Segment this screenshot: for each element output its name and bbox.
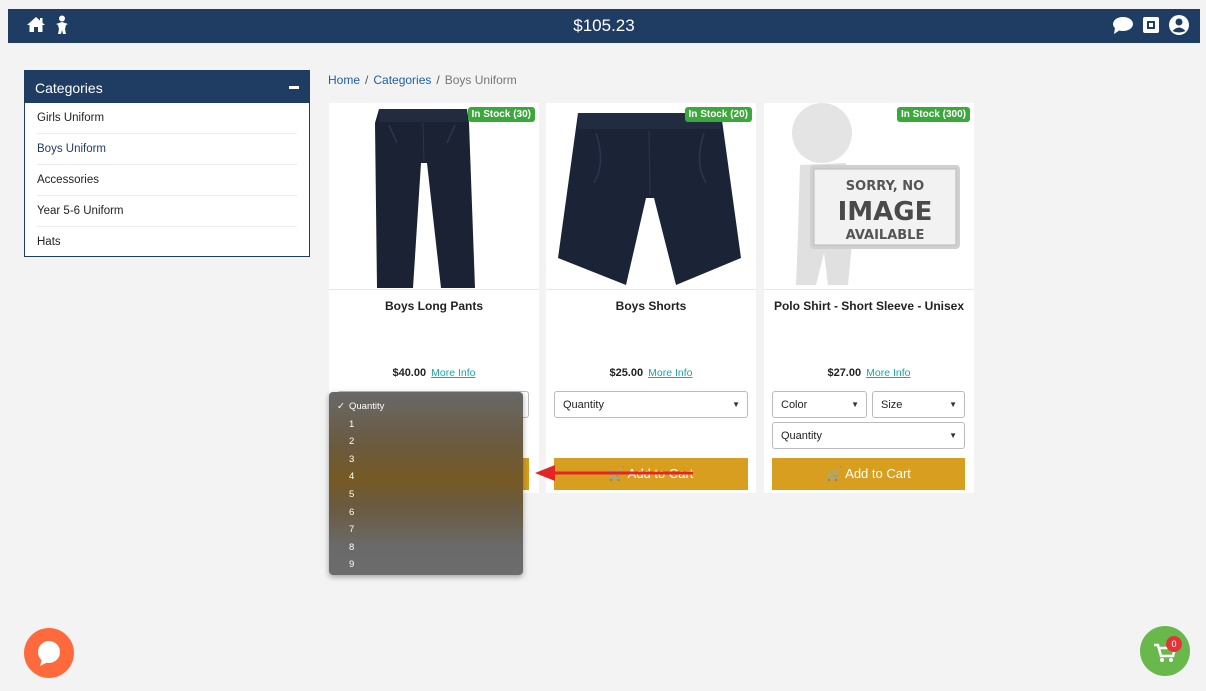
no-image-text-1: SORRY, NO: [846, 179, 924, 194]
more-info-link[interactable]: More Info: [648, 367, 692, 379]
stock-badge: In Stock (30): [467, 107, 535, 122]
size-select-value: Size: [881, 399, 903, 411]
chat-icon[interactable]: [1112, 15, 1134, 40]
cart-fab-button[interactable]: 0: [1140, 626, 1190, 676]
categories-title: Categories: [35, 80, 103, 96]
color-select-value: Color: [781, 399, 808, 411]
more-info-link[interactable]: More Info: [431, 367, 475, 379]
product-card-polo-shirt: SORRY, NO IMAGE AVAILABLE In Stock (300)…: [764, 103, 974, 493]
product-price: $27.00: [827, 367, 862, 379]
no-image-text-2: IMAGE: [838, 197, 933, 227]
sidebar-item-year-5-6-uniform[interactable]: Year 5-6 Uniform: [37, 196, 297, 227]
product-price-row: $25.00 More Info: [546, 367, 756, 379]
color-select[interactable]: Color ▼: [772, 391, 867, 418]
top-bar-right-icons: [1112, 14, 1190, 41]
dropdown-option-1[interactable]: 1: [329, 416, 523, 434]
product-card-boys-shorts: In Stock (20) Boys Shorts $25.00 More In…: [546, 103, 756, 493]
chat-widget-button[interactable]: [24, 628, 74, 678]
product-image[interactable]: In Stock (30): [329, 103, 539, 290]
quantity-select-value: Quantity: [781, 430, 822, 442]
dropdown-option-5[interactable]: 5: [329, 486, 523, 504]
product-price-row: $40.00 More Info: [329, 367, 539, 379]
chat-bubble-icon: [38, 641, 60, 666]
cart-count-badge: 0: [1166, 636, 1182, 652]
more-info-link[interactable]: More Info: [866, 367, 910, 379]
dropdown-option-4[interactable]: 4: [329, 468, 523, 486]
annotation-arrow: [535, 465, 693, 481]
breadcrumb-separator: /: [365, 73, 369, 87]
chevron-down-icon: ▼: [949, 400, 957, 409]
dropdown-option-6[interactable]: 6: [329, 504, 523, 522]
add-to-cart-button[interactable]: 🛒 Add to Cart: [772, 458, 965, 490]
product-image[interactable]: SORRY, NO IMAGE AVAILABLE In Stock (300): [764, 103, 974, 290]
dropdown-option-quantity[interactable]: ✓ Quantity: [329, 398, 523, 416]
categories-list: Girls Uniform Boys Uniform Accessories Y…: [25, 103, 309, 258]
sidebar-item-boys-uniform[interactable]: Boys Uniform: [37, 134, 297, 165]
top-bar: $105.23: [8, 9, 1200, 43]
dropdown-option-9[interactable]: 9: [329, 556, 523, 574]
dropdown-option-3[interactable]: 3: [329, 451, 523, 469]
chevron-down-icon: ▼: [851, 400, 859, 409]
dropdown-option-label: Quantity: [349, 401, 385, 412]
quantity-select[interactable]: Quantity ▼: [554, 391, 748, 418]
account-balance: $105.23: [573, 16, 635, 35]
breadcrumb-separator: /: [436, 73, 440, 87]
categories-panel: Categories Girls Uniform Boys Uniform Ac…: [24, 70, 310, 257]
product-price-row: $27.00 More Info: [764, 367, 974, 379]
breadcrumb: Home / Categories / Boys Uniform: [328, 73, 517, 87]
add-to-cart-label: Add to Cart: [845, 466, 911, 481]
sidebar-item-girls-uniform[interactable]: Girls Uniform: [37, 103, 297, 134]
product-name: Polo Shirt - Short Sleeve - Unisex: [773, 299, 965, 313]
user-icon[interactable]: [1168, 14, 1190, 41]
product-image[interactable]: In Stock (20): [546, 103, 756, 290]
size-select[interactable]: Size ▼: [872, 391, 965, 418]
product-price: $40.00: [392, 367, 427, 379]
product-price: $25.00: [609, 367, 644, 379]
cart-icon: 🛒: [826, 466, 843, 481]
quantity-select-value: Quantity: [563, 399, 604, 411]
categories-header[interactable]: Categories: [25, 71, 309, 103]
chevron-down-icon: ▼: [949, 431, 957, 440]
collapse-icon[interactable]: [289, 86, 299, 89]
dropdown-option-2[interactable]: 2: [329, 433, 523, 451]
quantity-dropdown-menu: ✓ Quantity 1 2 3 4 5 6 7 8 9: [329, 392, 523, 575]
dropdown-option-8[interactable]: 8: [329, 539, 523, 557]
chevron-down-icon: ▼: [732, 400, 740, 409]
no-image-text-3: AVAILABLE: [846, 228, 925, 243]
quantity-select[interactable]: Quantity ▼: [772, 422, 965, 449]
dropdown-option-7[interactable]: 7: [329, 521, 523, 539]
sidebar-item-accessories[interactable]: Accessories: [37, 165, 297, 196]
product-name: Boys Long Pants: [384, 299, 483, 313]
stock-badge: In Stock (20): [684, 107, 752, 122]
product-name: Boys Shorts: [615, 299, 687, 313]
cart-icon: [1154, 643, 1177, 662]
breadcrumb-categories[interactable]: Categories: [373, 73, 431, 87]
checkmark-icon: ✓: [337, 401, 345, 412]
breadcrumb-current: Boys Uniform: [444, 73, 517, 87]
breadcrumb-home[interactable]: Home: [328, 73, 360, 87]
sidebar-item-hats[interactable]: Hats: [37, 227, 297, 258]
stock-badge: In Stock (300): [896, 107, 970, 122]
frame-icon[interactable]: [1141, 15, 1161, 40]
